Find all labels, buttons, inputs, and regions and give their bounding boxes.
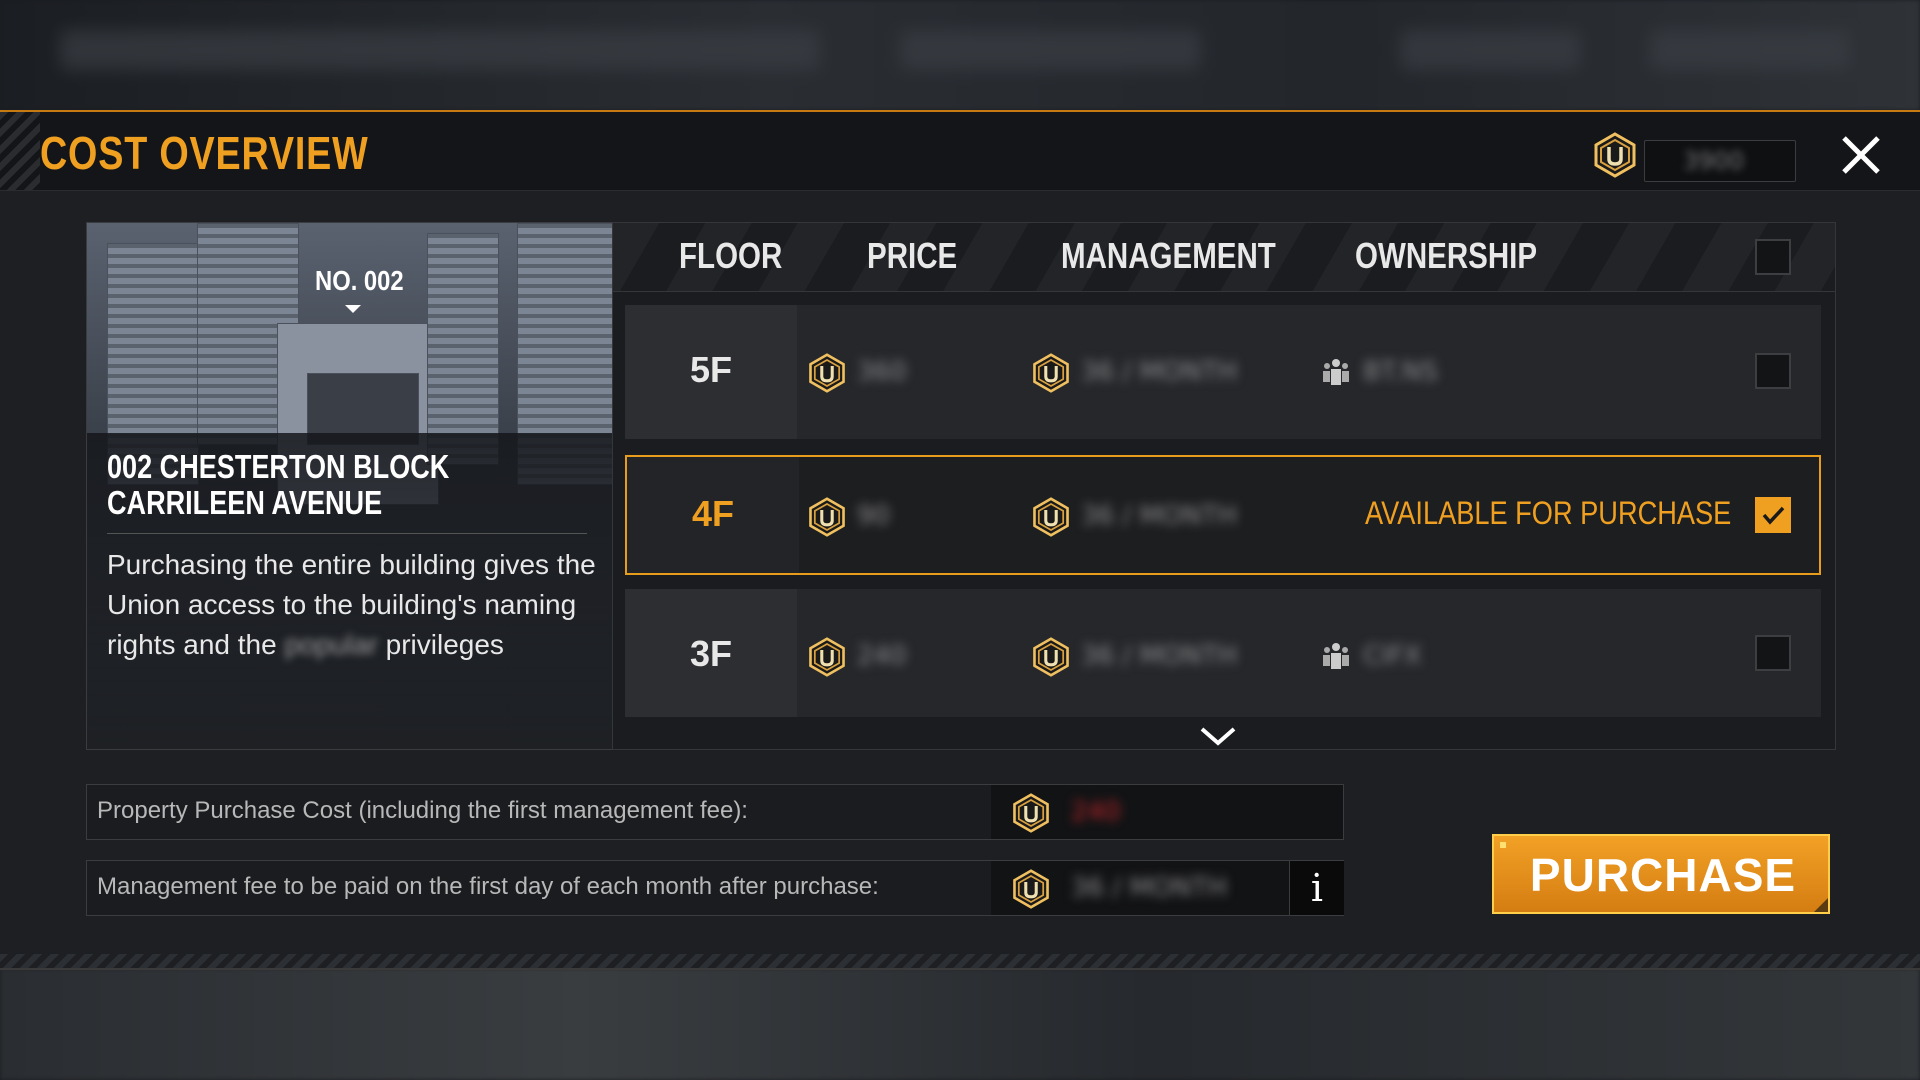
ownership-value: BT.NS bbox=[1363, 357, 1438, 387]
union-coin-icon bbox=[809, 637, 845, 677]
monthly-fee-row: Management fee to be paid on the first d… bbox=[86, 860, 1344, 916]
floor-label: 3F bbox=[689, 633, 732, 674]
purchase-button[interactable]: PURCHASE bbox=[1492, 834, 1830, 914]
union-coin-icon bbox=[809, 497, 845, 537]
management-value: 36 / MONTH bbox=[1081, 641, 1238, 671]
select-all-checkbox[interactable] bbox=[1755, 239, 1791, 275]
info-icon[interactable]: i bbox=[1289, 861, 1344, 915]
union-coin-icon bbox=[1033, 637, 1069, 677]
description-end: privileges bbox=[385, 629, 504, 660]
union-coin-icon bbox=[809, 353, 845, 393]
building-marker bbox=[345, 305, 361, 313]
union-coin-icon bbox=[1013, 793, 1049, 833]
purchase-cost-row: Property Purchase Cost (including the fi… bbox=[86, 784, 1344, 840]
currency-balance-box: 3900 bbox=[1644, 140, 1796, 182]
price-value: 90 bbox=[857, 501, 891, 531]
management-value: 36 / MONTH bbox=[1081, 501, 1238, 531]
building-address: 002 CHESTERTON BLOCK CARRILEEN AVENUE bbox=[107, 449, 509, 521]
currency-balance-value: 3900 bbox=[1683, 147, 1745, 175]
checkmark-icon bbox=[1762, 506, 1785, 525]
building-info: 002 CHESTERTON BLOCK CARRILEEN AVENUE Pu… bbox=[87, 433, 613, 749]
header-ownership: OWNERSHIP bbox=[1355, 235, 1538, 276]
row-checkbox-checked[interactable] bbox=[1755, 497, 1791, 533]
close-icon[interactable] bbox=[1836, 130, 1886, 180]
header-price: PRICE bbox=[867, 235, 958, 276]
description-blurred-word: popular bbox=[284, 629, 378, 660]
monthly-fee-box: 36 / MONTH bbox=[991, 861, 1289, 915]
price-value: 240 bbox=[857, 641, 907, 671]
dialog-header: COST OVERVIEW 3900 bbox=[0, 112, 1920, 191]
union-coin-icon bbox=[1033, 353, 1069, 393]
header-floor: FLOOR bbox=[679, 235, 783, 276]
background-top bbox=[0, 0, 1920, 110]
address-line-1: 002 CHESTERTON BLOCK bbox=[107, 448, 450, 485]
table-header: FLOOR PRICE MANAGEMENT OWNERSHIP bbox=[613, 223, 1835, 292]
divider bbox=[107, 533, 587, 534]
address-line-2: CARRILEEN AVENUE bbox=[107, 484, 383, 521]
dialog-title: COST OVERVIEW bbox=[40, 127, 369, 179]
building-description: Purchasing the entire building gives the… bbox=[107, 545, 597, 665]
ownership-group-icon bbox=[1323, 643, 1349, 669]
cost-overview-dialog: COST OVERVIEW 3900 NO. 002 002 CHESTERTO… bbox=[0, 110, 1920, 970]
ownership-group-icon bbox=[1323, 359, 1349, 385]
floor-label: 5F bbox=[689, 349, 732, 390]
ownership-value: CIFX bbox=[1363, 641, 1422, 671]
purchase-cost-box: 240 bbox=[991, 785, 1343, 839]
table-row[interactable]: 3F 240 36 / MONTH CIFX bbox=[625, 589, 1821, 717]
building-card: NO. 002 002 CHESTERTON BLOCK CARRILEEN A… bbox=[86, 222, 614, 750]
union-coin-icon bbox=[1594, 132, 1636, 178]
monthly-fee-label: Management fee to be paid on the first d… bbox=[97, 873, 879, 900]
union-coin-icon bbox=[1033, 497, 1069, 537]
purchase-button-label: PURCHASE bbox=[1529, 849, 1797, 901]
building-art bbox=[427, 233, 499, 465]
header-stripes bbox=[0, 112, 40, 190]
row-checkbox[interactable] bbox=[1755, 635, 1791, 671]
header-management: MANAGEMENT bbox=[1061, 235, 1276, 276]
purchase-cost-value: 240 bbox=[1071, 797, 1121, 827]
management-value: 36 / MONTH bbox=[1081, 357, 1238, 387]
monthly-fee-value: 36 / MONTH bbox=[1071, 873, 1228, 903]
price-value: 360 bbox=[857, 357, 907, 387]
chevron-down-icon[interactable] bbox=[1198, 725, 1238, 749]
union-coin-icon bbox=[1013, 869, 1049, 909]
background-bottom bbox=[0, 968, 1920, 1080]
ownership-status: AVAILABLE FOR PURCHASE bbox=[1365, 495, 1732, 531]
floor-label: 4F bbox=[691, 493, 734, 534]
row-checkbox[interactable] bbox=[1755, 353, 1791, 389]
table-row[interactable]: 5F 360 36 / MONTH BT.NS bbox=[625, 305, 1821, 439]
floors-table: FLOOR PRICE MANAGEMENT OWNERSHIP 5F 360 … bbox=[612, 222, 1836, 750]
table-row-selected[interactable]: 4F 90 36 / MONTH AVAILABLE FOR PURCHASE bbox=[625, 455, 1821, 575]
purchase-cost-label: Property Purchase Cost (including the fi… bbox=[97, 797, 748, 824]
building-number: NO. 002 bbox=[315, 265, 404, 296]
